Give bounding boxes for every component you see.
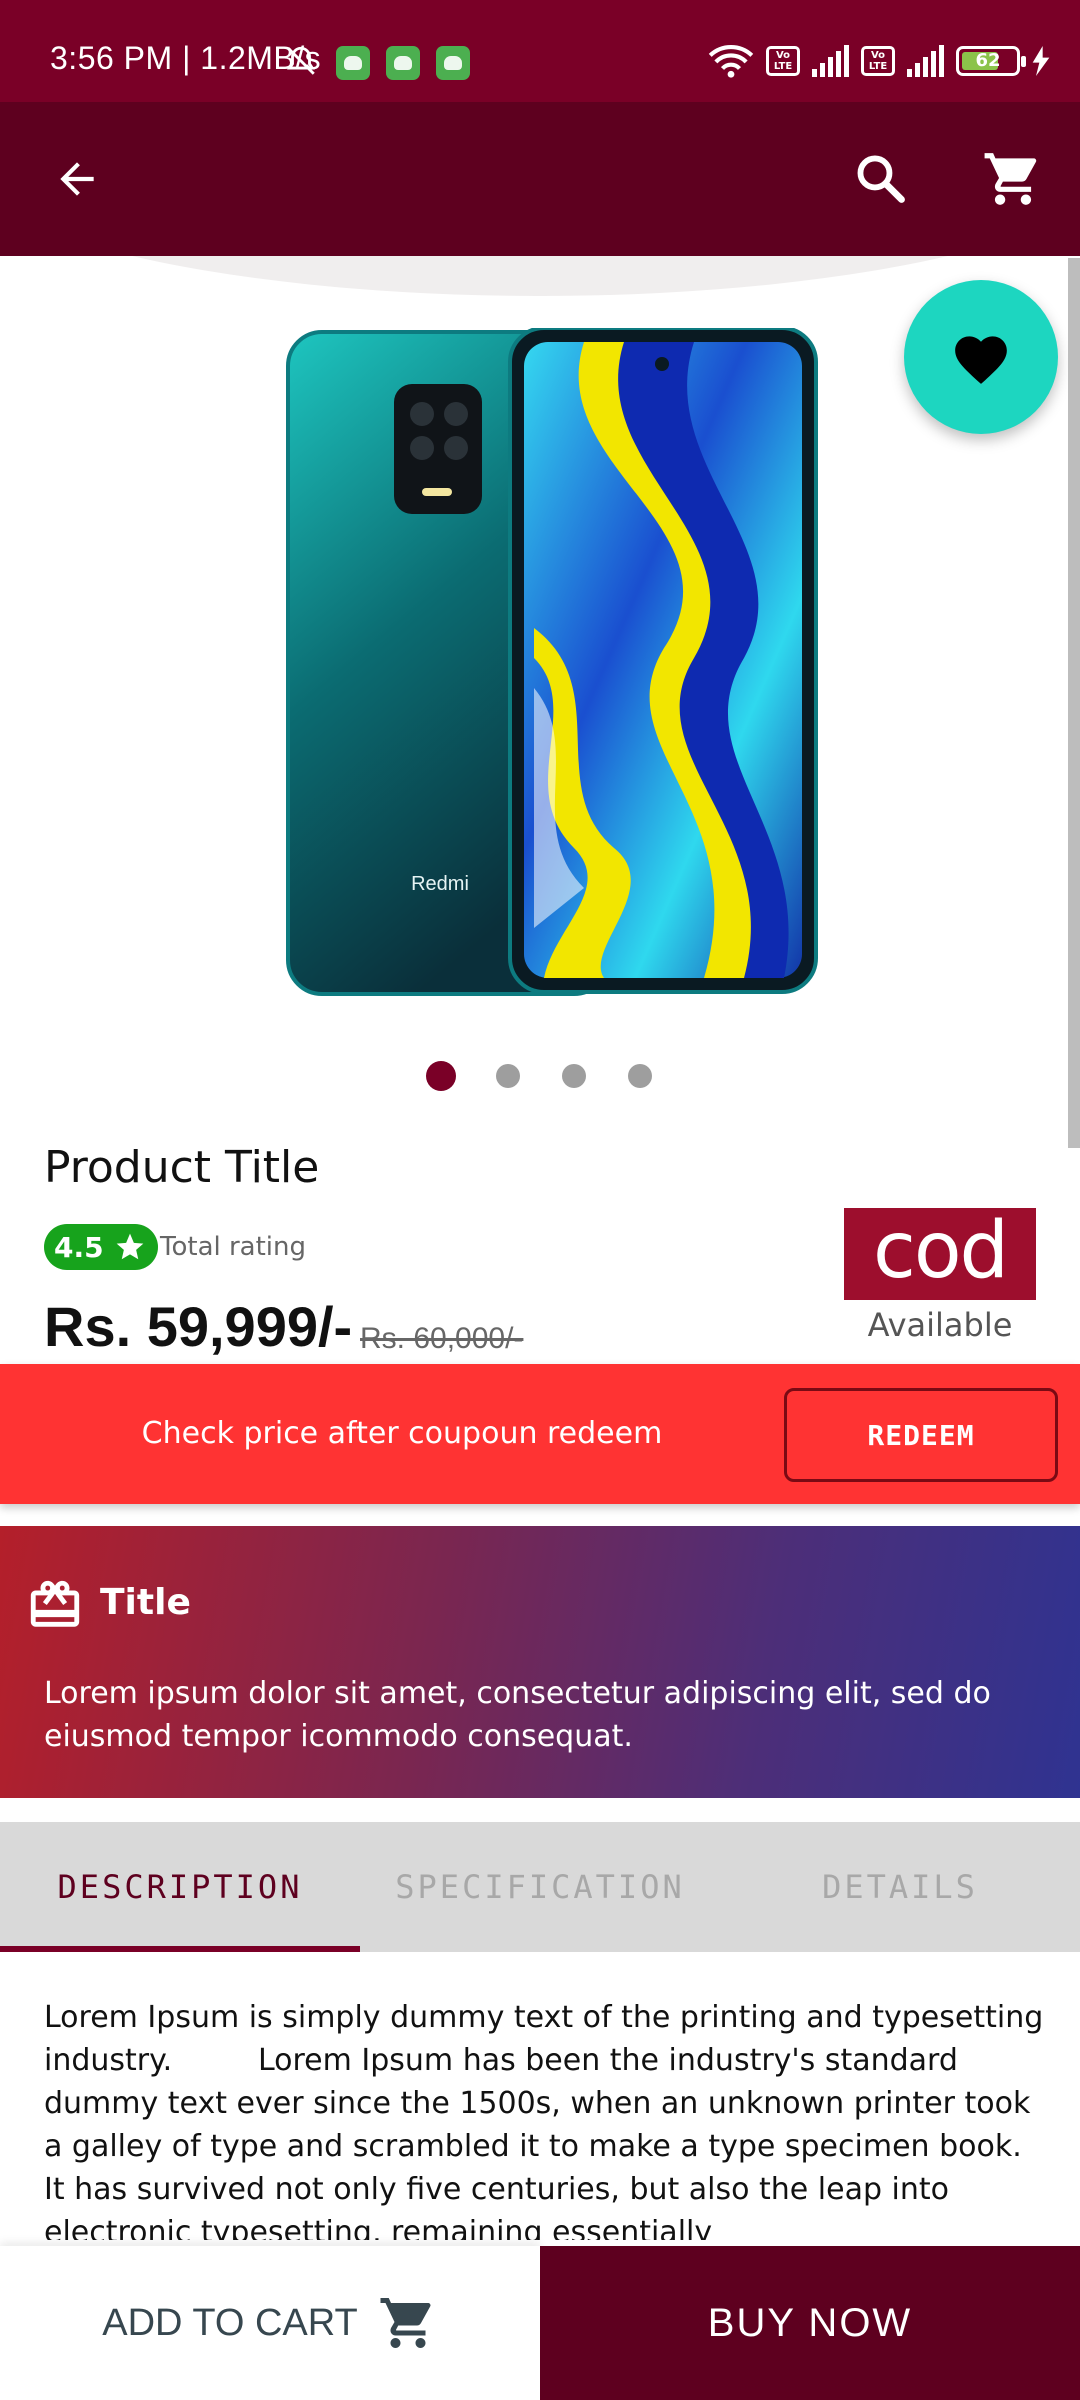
charging-icon [1032, 46, 1050, 76]
tab-bar: DESCRIPTION SPECIFICATION DETAILS [0, 1822, 1080, 1952]
carousel-dot[interactable] [628, 1064, 652, 1088]
product-details-area: Redmi Product Title 4.5 Total rating Rs.… [0, 256, 1080, 1366]
phone-brand-text: Redmi [411, 873, 469, 895]
tab-description[interactable]: DESCRIPTION [0, 1822, 360, 1952]
promo-title: Title [100, 1582, 191, 1623]
heart-icon [955, 336, 1007, 384]
buy-now-button[interactable]: BUY NOW [540, 2246, 1080, 2400]
favorite-button[interactable] [904, 280, 1058, 434]
arrow-left-icon [60, 162, 94, 196]
battery-icon: 62 [956, 46, 1026, 76]
description-text: Lorem Ipsum is simply dummy text of the … [44, 2000, 1044, 2240]
coupon-bar: Check price after coupoun redeem REDEEM [0, 1364, 1080, 1504]
add-to-cart-label: ADD TO CART [102, 2301, 358, 2344]
redeem-button[interactable]: REDEEM [784, 1388, 1058, 1482]
search-icon [857, 155, 905, 203]
cart-button[interactable] [976, 142, 1050, 216]
status-bar: 3:56 PM | 1.2MB/s Vo LTE Vo LTE 62 [0, 0, 1080, 102]
carousel-dot[interactable] [496, 1064, 520, 1088]
promo-card[interactable]: Title Lorem ipsum dolor sit amet, consec… [0, 1526, 1080, 1798]
tab-specification[interactable]: SPECIFICATION [360, 1822, 720, 1952]
cod-status: Available [867, 1306, 1013, 1344]
gift-card-icon [30, 1580, 80, 1627]
back-button[interactable] [40, 142, 114, 216]
cod-badge: cod [844, 1208, 1036, 1300]
carousel-indicator [0, 1061, 1080, 1094]
carousel-dot[interactable] [562, 1064, 586, 1088]
carousel-dot-active[interactable] [426, 1061, 456, 1091]
volte-icon: Vo LTE [766, 46, 800, 76]
wifi-icon [708, 45, 754, 78]
coupon-text: Check price after coupoun redeem [141, 1416, 663, 1451]
original-price: Rs. 60,000/- [360, 1322, 524, 1355]
header-curve [0, 256, 1080, 296]
add-to-cart-button[interactable]: ADD TO CART [0, 2246, 540, 2400]
status-time: 3:56 PM | 1.2MB/s [50, 40, 322, 76]
rating-label: Total rating [160, 1232, 307, 1262]
rating-value: 4.5 [54, 1230, 104, 1264]
bottom-action-bar: ADD TO CART BUY NOW [0, 2246, 1080, 2400]
search-button[interactable] [844, 142, 918, 216]
signal-icon [812, 45, 849, 77]
battery-level: 62 [975, 50, 1001, 71]
cart-icon [984, 153, 1037, 205]
product-price: Rs. 59,999/- [44, 1295, 353, 1358]
signal-4g-icon [907, 45, 944, 77]
product-image[interactable]: Redmi [284, 328, 820, 998]
app-notification-icon [336, 46, 370, 80]
notifications-muted-icon [287, 46, 315, 75]
tab-details[interactable]: DETAILS [720, 1822, 1080, 1952]
app-notification-icon [436, 46, 470, 80]
promo-body: Lorem ipsum dolor sit amet, consectetur … [44, 1676, 991, 1754]
rating-badge: 4.5 [44, 1224, 158, 1270]
app-notification-icon [386, 46, 420, 80]
cart-icon [380, 2298, 431, 2348]
tab-indicator [0, 1946, 360, 1952]
star-icon [116, 1233, 143, 1260]
status-indicators: Vo LTE Vo LTE 62 [708, 44, 1050, 78]
volte-icon: Vo LTE [861, 46, 895, 76]
product-title: Product Title [44, 1142, 320, 1193]
scrollbar[interactable] [1068, 258, 1080, 1148]
app-bar [0, 102, 1080, 256]
